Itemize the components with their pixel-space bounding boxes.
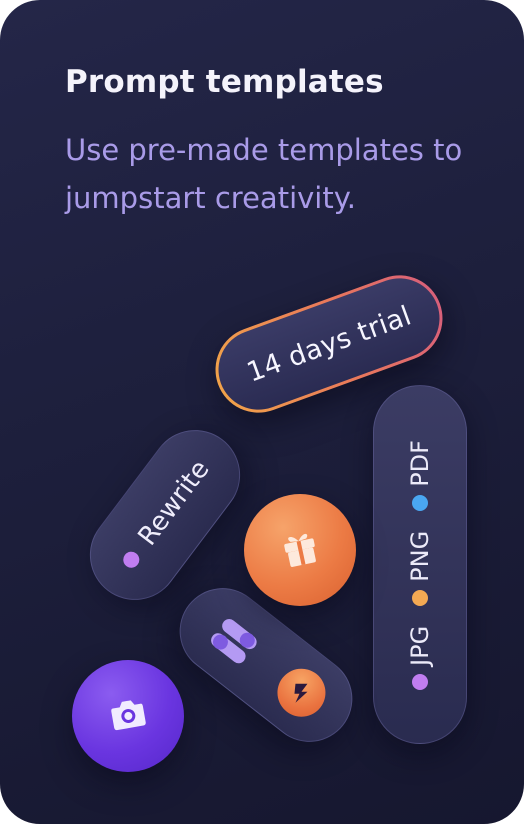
gift-icon [278, 526, 322, 574]
tools-pill-body [162, 570, 370, 760]
rewrite-label: Rewrite [132, 454, 216, 552]
camera-button[interactable] [72, 660, 184, 772]
gift-button[interactable] [244, 494, 356, 606]
toggle-icon [203, 610, 265, 671]
card-title: Prompt templates [65, 64, 384, 100]
file-types-pill: JPG PNG PDF [373, 385, 467, 744]
prompt-templates-card[interactable]: Prompt templates Use pre-made templates … [0, 0, 524, 824]
rewrite-dot [120, 548, 143, 572]
file-type-png: PNG [406, 530, 434, 582]
card-subtitle: Use pre-made templates to jumpstart crea… [65, 133, 463, 215]
zap-icon [267, 659, 336, 727]
camera-icon [106, 692, 150, 740]
tools-pill [162, 570, 370, 760]
file-type-jpg: JPG [406, 625, 434, 666]
file-type-pdf: PDF [406, 439, 434, 487]
file-types-list: JPG PNG PDF [400, 405, 440, 725]
file-type-dot-pdf [412, 494, 428, 511]
file-type-dot-png [412, 589, 428, 606]
file-type-dot-jpg [412, 673, 428, 690]
